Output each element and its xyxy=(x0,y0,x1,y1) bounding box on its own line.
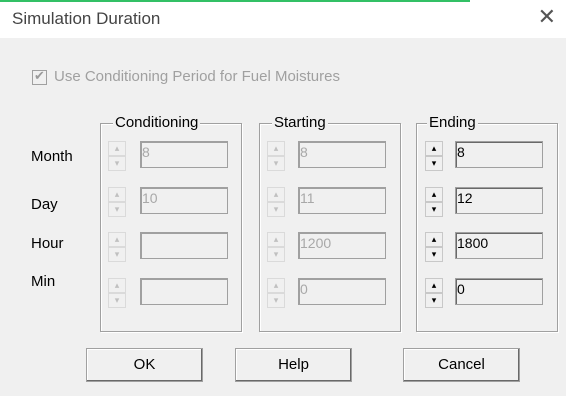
spin-down-icon[interactable]: ▾ xyxy=(425,156,443,171)
starting-month-spinner[interactable]: ▴ ▾ xyxy=(267,141,285,171)
conditioning-min-field[interactable] xyxy=(140,278,228,305)
conditioning-checkbox[interactable]: ✔ xyxy=(32,68,47,85)
checkmark-icon: ✔ xyxy=(34,68,45,83)
conditioning-checkbox-label: Use Conditioning Period for Fuel Moistur… xyxy=(54,68,340,85)
spin-up-icon[interactable]: ▴ xyxy=(425,278,443,293)
ending-min-spinner[interactable]: ▴ ▾ xyxy=(425,278,443,308)
ending-min-field[interactable]: 0 xyxy=(455,278,543,305)
row-label-hour: Hour xyxy=(31,235,64,252)
starting-day-spinner[interactable]: ▴ ▾ xyxy=(267,187,285,217)
spin-up-icon[interactable]: ▴ xyxy=(108,232,126,247)
ending-month-spinner[interactable]: ▴ ▾ xyxy=(425,141,443,171)
row-label-min: Min xyxy=(31,273,56,290)
ending-month-field[interactable]: 8 xyxy=(455,141,543,168)
help-button[interactable]: Help xyxy=(235,348,352,382)
conditioning-day-spinner[interactable]: ▴ ▾ xyxy=(108,187,126,217)
spin-up-icon[interactable]: ▴ xyxy=(425,141,443,156)
spin-up-icon[interactable]: ▴ xyxy=(108,141,126,156)
conditioning-day-field[interactable]: 10 xyxy=(140,187,228,214)
spin-up-icon[interactable]: ▴ xyxy=(267,232,285,247)
spin-down-icon[interactable]: ▾ xyxy=(108,247,126,262)
spin-up-icon[interactable]: ▴ xyxy=(267,141,285,156)
spin-down-icon[interactable]: ▾ xyxy=(108,202,126,217)
ending-hour-spinner[interactable]: ▴ ▾ xyxy=(425,232,443,262)
spin-down-icon[interactable]: ▾ xyxy=(267,293,285,308)
spin-down-icon[interactable]: ▾ xyxy=(425,247,443,262)
ending-hour-field[interactable]: 1800 xyxy=(455,232,543,259)
row-label-month: Month xyxy=(31,148,73,165)
starting-month-field[interactable]: 8 xyxy=(298,141,386,168)
spin-down-icon[interactable]: ▾ xyxy=(267,202,285,217)
starting-min-field[interactable]: 0 xyxy=(298,278,386,305)
spin-down-icon[interactable]: ▾ xyxy=(108,156,126,171)
spin-up-icon[interactable]: ▴ xyxy=(425,232,443,247)
conditioning-group-title: Conditioning xyxy=(113,114,201,132)
conditioning-hour-field[interactable] xyxy=(140,232,228,259)
row-label-day: Day xyxy=(31,196,58,213)
conditioning-hour-spinner[interactable]: ▴ ▾ xyxy=(108,232,126,262)
spin-down-icon[interactable]: ▾ xyxy=(108,293,126,308)
conditioning-min-spinner[interactable]: ▴ ▾ xyxy=(108,278,126,308)
starting-min-spinner[interactable]: ▴ ▾ xyxy=(267,278,285,308)
title-accent xyxy=(0,0,566,3)
spin-up-icon[interactable]: ▴ xyxy=(425,187,443,202)
spin-up-icon[interactable]: ▴ xyxy=(108,187,126,202)
spin-up-icon[interactable]: ▴ xyxy=(108,278,126,293)
title-accent-line xyxy=(0,0,470,2)
spin-up-icon[interactable]: ▴ xyxy=(267,187,285,202)
window-title: Simulation Duration xyxy=(12,9,161,28)
spin-down-icon[interactable]: ▾ xyxy=(267,156,285,171)
ending-group-title: Ending xyxy=(427,114,478,132)
ok-button[interactable]: OK xyxy=(86,348,203,382)
starting-hour-field[interactable]: 1200 xyxy=(298,232,386,259)
close-icon[interactable]: ✕ xyxy=(538,6,556,28)
title-bar: Simulation Duration ✕ xyxy=(0,0,566,38)
ending-day-field[interactable]: 12 xyxy=(455,187,543,214)
ending-day-spinner[interactable]: ▴ ▾ xyxy=(425,187,443,217)
spin-down-icon[interactable]: ▾ xyxy=(425,293,443,308)
conditioning-month-spinner[interactable]: ▴ ▾ xyxy=(108,141,126,171)
spin-down-icon[interactable]: ▾ xyxy=(425,202,443,217)
starting-hour-spinner[interactable]: ▴ ▾ xyxy=(267,232,285,262)
starting-day-field[interactable]: 11 xyxy=(298,187,386,214)
cancel-button[interactable]: Cancel xyxy=(403,348,520,382)
conditioning-month-field[interactable]: 8 xyxy=(140,141,228,168)
spin-up-icon[interactable]: ▴ xyxy=(267,278,285,293)
spin-down-icon[interactable]: ▾ xyxy=(267,247,285,262)
starting-group-title: Starting xyxy=(272,114,328,132)
